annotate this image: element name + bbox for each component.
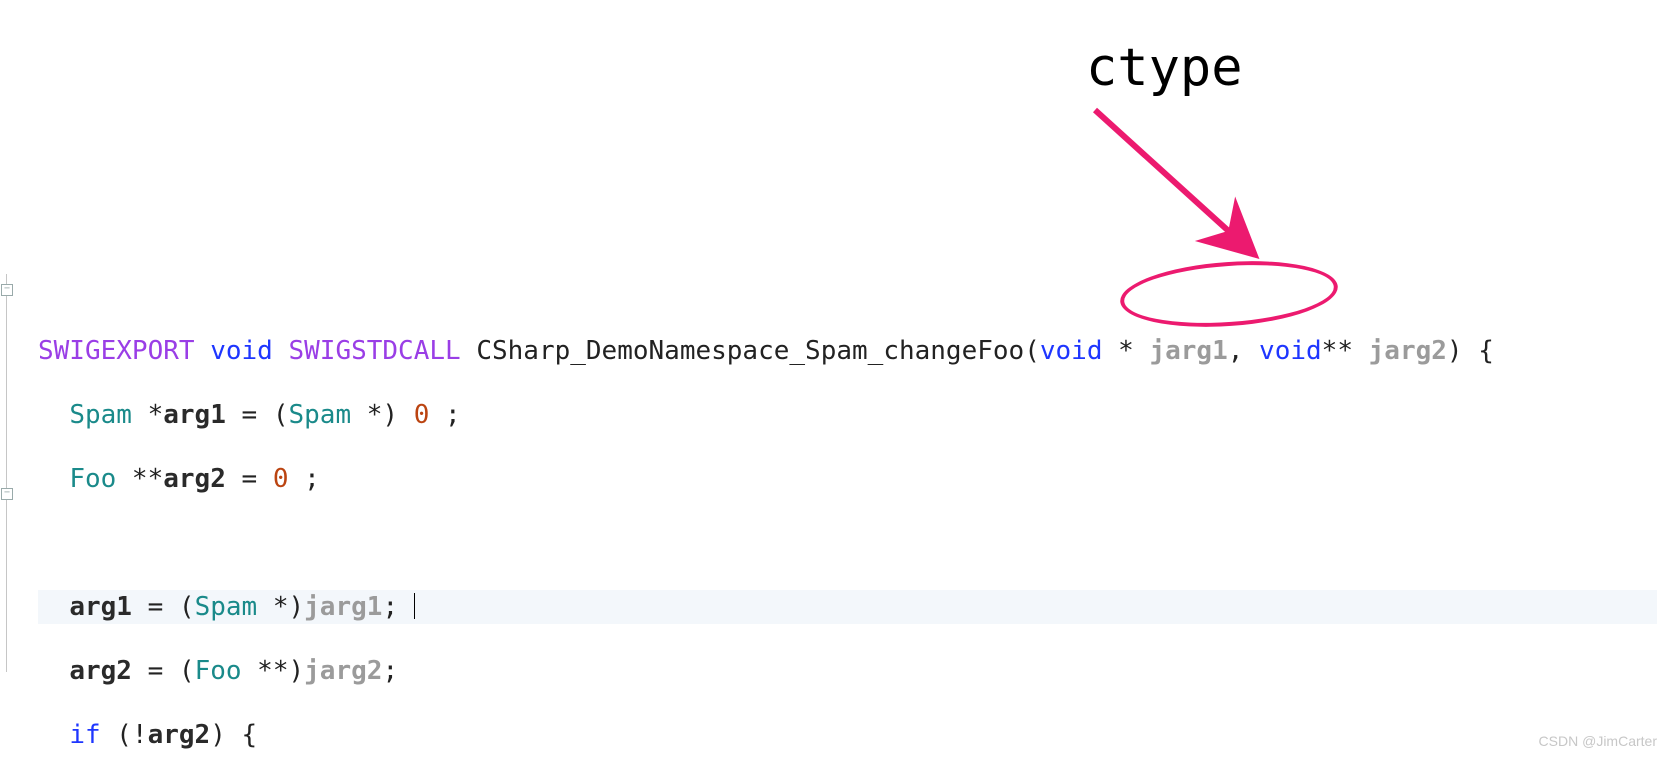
watermark: CSDN @JimCarter xyxy=(1539,733,1657,749)
token-param: jarg1 xyxy=(1149,336,1227,366)
token-ident: arg2 xyxy=(163,464,226,494)
token-ident: arg2 xyxy=(69,656,132,686)
token-ident: arg2 xyxy=(148,720,211,750)
token-ident: arg1 xyxy=(163,400,226,430)
token-type: Spam xyxy=(289,400,352,430)
annotation-arrow-icon xyxy=(1060,100,1300,280)
token-keyword: void xyxy=(1259,336,1322,366)
token-type: Foo xyxy=(195,656,242,686)
code-line: SWIGEXPORT void SWIGSTDCALL CSharp_DemoN… xyxy=(38,334,1657,368)
token-keyword: void xyxy=(210,336,273,366)
token-keyword: if xyxy=(69,720,100,750)
annotation-label: ctype xyxy=(1086,38,1243,98)
token-num: 0 xyxy=(414,400,430,430)
code-line: if (!arg2) { xyxy=(38,718,1657,752)
token-macro: SWIGSTDCALL xyxy=(288,336,460,366)
code-line: arg2 = (Foo **)jarg2; xyxy=(38,654,1657,688)
code-line xyxy=(38,526,1657,560)
code-line: Spam *arg1 = (Spam *) 0 ; xyxy=(38,398,1657,432)
token-type: Spam xyxy=(195,592,258,622)
token-type: Spam xyxy=(69,400,132,430)
token-ident: arg1 xyxy=(69,592,132,622)
token-param: jarg1 xyxy=(304,592,382,622)
code-line-current: arg1 = (Spam *)jarg1; xyxy=(38,590,1657,624)
code-block: SWIGEXPORT void SWIGSTDCALL CSharp_DemoN… xyxy=(12,274,1657,757)
code-line: Foo **arg2 = 0 ; xyxy=(38,462,1657,496)
token-ident: CSharp_DemoNamespace_Spam_changeFoo xyxy=(476,336,1024,366)
token-keyword: void xyxy=(1040,336,1103,366)
token-macro: SWIGEXPORT xyxy=(38,336,195,366)
text-cursor-icon xyxy=(414,593,415,619)
token-param: jarg2 xyxy=(304,656,382,686)
token-param: jarg2 xyxy=(1369,336,1447,366)
token-num: 0 xyxy=(273,464,289,494)
token-type: Foo xyxy=(69,464,116,494)
